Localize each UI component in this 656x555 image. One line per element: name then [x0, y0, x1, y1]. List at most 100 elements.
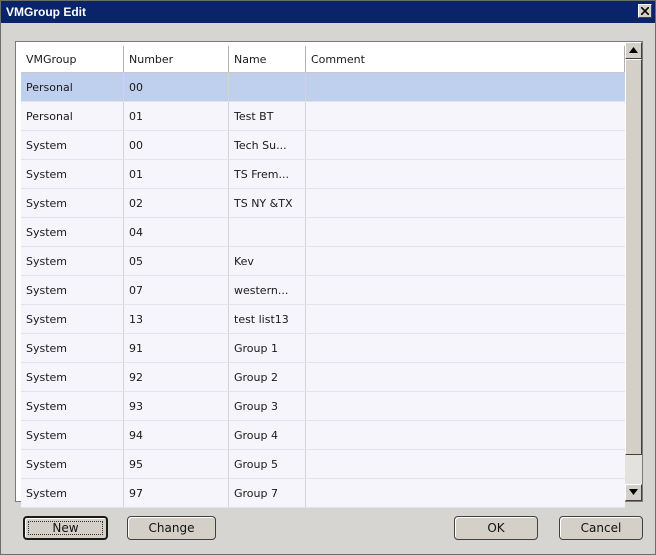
table-row[interactable]: System 05 Kev — [21, 247, 625, 276]
cell-name: TS NY &TX — [229, 189, 306, 217]
cell-number: 00 — [124, 131, 229, 159]
vertical-scrollbar[interactable] — [625, 42, 642, 501]
table-header: VMGroup Number Name Comment — [21, 46, 625, 73]
table-row[interactable]: System 04 — [21, 218, 625, 247]
table-row[interactable]: System 02 TS NY &TX — [21, 189, 625, 218]
cell-number: 95 — [124, 450, 229, 478]
cell-comment — [306, 276, 625, 304]
cell-comment — [306, 131, 625, 159]
cell-comment — [306, 218, 625, 246]
scroll-down-button[interactable] — [625, 484, 642, 501]
cell-comment — [306, 160, 625, 188]
cell-vmgroup: System — [21, 305, 124, 333]
cell-number: 91 — [124, 334, 229, 362]
cell-name: Group 2 — [229, 363, 306, 391]
cell-comment — [306, 305, 625, 333]
cell-comment — [306, 189, 625, 217]
arrow-up-icon — [629, 47, 638, 53]
vmgroup-table: VMGroup Number Name Comment Personal 00 Pe… — [15, 41, 643, 508]
cell-number: 01 — [124, 102, 229, 130]
scroll-up-button[interactable] — [625, 42, 642, 59]
cell-comment — [306, 479, 625, 507]
cell-comment — [306, 421, 625, 449]
vmgroup-edit-window: VMGroup Edit VMGroup Number Name Comment… — [0, 0, 656, 555]
change-button[interactable]: Change — [127, 516, 216, 540]
table-body: Personal 00 Personal 01 Test BT System 00 Tech … — [21, 73, 625, 508]
cell-vmgroup: System — [21, 276, 124, 304]
cell-vmgroup: System — [21, 450, 124, 478]
cell-vmgroup: System — [21, 189, 124, 217]
cell-comment — [306, 334, 625, 362]
cell-name: TS Frem... — [229, 160, 306, 188]
cell-comment — [306, 363, 625, 391]
title-bar[interactable]: VMGroup Edit — [1, 1, 655, 23]
cell-name: Group 3 — [229, 392, 306, 420]
cell-vmgroup: System — [21, 421, 124, 449]
table-row[interactable]: System 94 Group 4 — [21, 421, 625, 450]
cell-number: 07 — [124, 276, 229, 304]
cell-vmgroup: System — [21, 363, 124, 391]
table-row[interactable]: System 93 Group 3 — [21, 392, 625, 421]
cell-vmgroup: Personal — [21, 73, 124, 101]
cell-vmgroup: System — [21, 479, 124, 507]
cell-name: Test BT — [229, 102, 306, 130]
window-title: VMGroup Edit — [6, 5, 86, 19]
cell-vmgroup: System — [21, 131, 124, 159]
cell-name: Tech Su... — [229, 131, 306, 159]
cell-comment — [306, 102, 625, 130]
cell-name: Group 5 — [229, 450, 306, 478]
table-row[interactable]: System 00 Tech Su... — [21, 131, 625, 160]
cell-name: Group 7 — [229, 479, 306, 507]
cell-number: 93 — [124, 392, 229, 420]
focus-indicator — [28, 521, 103, 535]
cell-number: 94 — [124, 421, 229, 449]
scroll-thumb[interactable] — [625, 59, 642, 455]
cell-name: Group 4 — [229, 421, 306, 449]
table-row[interactable]: System 95 Group 5 — [21, 450, 625, 479]
cell-number: 00 — [124, 73, 229, 101]
close-button[interactable] — [638, 4, 652, 18]
cell-comment — [306, 73, 625, 101]
cell-number: 02 — [124, 189, 229, 217]
column-header-comment[interactable]: Comment — [306, 46, 625, 72]
cell-comment — [306, 247, 625, 275]
column-header-name[interactable]: Name — [229, 46, 306, 72]
table-row[interactable]: System 07 western... — [21, 276, 625, 305]
table-grid: VMGroup Number Name Comment Personal 00 Pe… — [21, 46, 625, 508]
cell-comment — [306, 392, 625, 420]
cell-name — [229, 218, 306, 246]
table-row[interactable]: Personal 01 Test BT — [21, 102, 625, 131]
cancel-button[interactable]: Cancel — [559, 516, 643, 540]
cell-comment — [306, 450, 625, 478]
cell-vmgroup: System — [21, 218, 124, 246]
cell-vmgroup: System — [21, 247, 124, 275]
cell-vmgroup: System — [21, 160, 124, 188]
table-row[interactable]: System 01 TS Frem... — [21, 160, 625, 189]
new-button[interactable]: New — [23, 516, 108, 540]
cell-name: Group 1 — [229, 334, 306, 362]
column-header-number[interactable]: Number — [124, 46, 229, 72]
table-row[interactable]: System 97 Group 7 — [21, 479, 625, 508]
cell-vmgroup: System — [21, 334, 124, 362]
table-row[interactable]: System 91 Group 1 — [21, 334, 625, 363]
cell-vmgroup: Personal — [21, 102, 124, 130]
cell-name — [229, 73, 306, 101]
arrow-down-icon — [629, 489, 638, 495]
cell-number: 01 — [124, 160, 229, 188]
cell-number: 92 — [124, 363, 229, 391]
cell-name: Kev — [229, 247, 306, 275]
table-row[interactable]: Personal 00 — [21, 73, 625, 102]
cell-number: 04 — [124, 218, 229, 246]
cell-number: 05 — [124, 247, 229, 275]
ok-button-label: OK — [487, 521, 505, 535]
close-icon — [641, 7, 649, 15]
cell-number: 97 — [124, 479, 229, 507]
cell-number: 13 — [124, 305, 229, 333]
cancel-button-label: Cancel — [580, 521, 622, 535]
ok-button[interactable]: OK — [454, 516, 538, 540]
cell-name: test list13 — [229, 305, 306, 333]
column-header-vmgroup[interactable]: VMGroup — [21, 46, 124, 72]
change-button-label: Change — [148, 521, 195, 535]
table-row[interactable]: System 92 Group 2 — [21, 363, 625, 392]
table-row[interactable]: System 13 test list13 — [21, 305, 625, 334]
